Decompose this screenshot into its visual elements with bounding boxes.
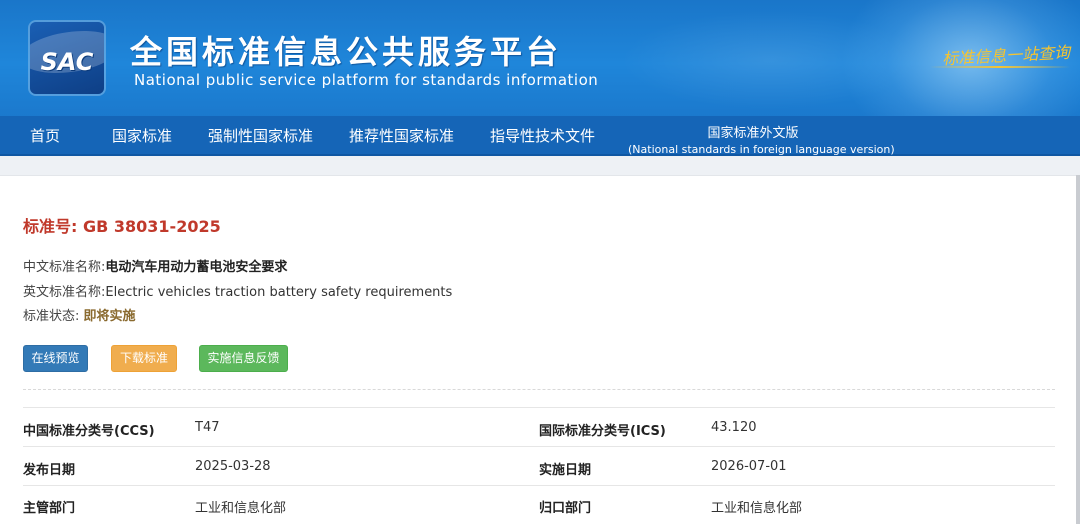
table-rule xyxy=(23,407,1055,408)
table-rule xyxy=(23,446,1055,447)
nav-item-recommended[interactable]: 推荐性国家标准 xyxy=(349,116,454,156)
ccs-label: 中国标准分类号(CCS) xyxy=(23,424,155,439)
section-divider xyxy=(23,389,1055,390)
nav-item-mandatory[interactable]: 强制性国家标准 xyxy=(208,116,313,156)
status-label: 标准状态: xyxy=(23,309,80,324)
standard-number-label: 标准号: xyxy=(23,217,78,236)
feedback-button[interactable]: 实施信息反馈 xyxy=(199,345,288,372)
nav-item-guidance[interactable]: 指导性技术文件 xyxy=(490,116,595,156)
download-button[interactable]: 下载标准 xyxy=(111,345,177,372)
ics-value: 43.120 xyxy=(711,420,757,435)
nav-foreign-label: 国家标准外文版 xyxy=(707,126,799,141)
nav-item-national[interactable]: 国家标准 xyxy=(112,116,172,156)
en-name-label: 英文标准名称: xyxy=(23,285,106,300)
publish-date-label: 发布日期 xyxy=(23,463,76,478)
ccs-value: T47 xyxy=(195,420,220,435)
standard-number: 标准号: GB 38031-2025 xyxy=(23,213,221,237)
dept-label: 主管部门 xyxy=(23,501,76,516)
implement-date-value: 2026-07-01 xyxy=(711,459,787,474)
owner-label: 归口部门 xyxy=(539,501,592,516)
page-scrollbar[interactable] xyxy=(1076,175,1080,524)
cn-name-label: 中文标准名称: xyxy=(23,260,106,275)
ics-label: 国际标准分类号(ICS) xyxy=(539,424,666,439)
dept-value: 工业和信息化部 xyxy=(195,501,287,516)
implement-date-label: 实施日期 xyxy=(539,463,592,478)
table-rule xyxy=(23,485,1055,486)
standard-detail-panel: 标准号: GB 38031-2025 中文标准名称:电动汽车用动力蓄电池安全要求… xyxy=(0,175,1076,524)
main-nav: 首页 国家标准 强制性国家标准 推荐性国家标准 指导性技术文件 国家标准外文版 … xyxy=(0,116,1080,156)
nav-foreign-sub: (National standards in foreign language … xyxy=(628,143,895,156)
en-name-value: Electric vehicles traction battery safet… xyxy=(105,285,453,300)
standard-number-value: GB 38031-2025 xyxy=(82,217,221,236)
nav-item-foreign[interactable]: 国家标准外文版 (National standards in foreign l… xyxy=(628,116,895,156)
sac-logo[interactable]: SAC xyxy=(30,22,104,94)
cn-name-value: 电动汽车用动力蓄电池安全要求 xyxy=(105,260,288,275)
site-title-en: National public service platform for sta… xyxy=(134,71,599,89)
owner-value: 工业和信息化部 xyxy=(711,501,803,516)
publish-date-value: 2025-03-28 xyxy=(195,459,271,474)
nav-item-home[interactable]: 首页 xyxy=(30,116,60,156)
slogan-underline xyxy=(930,66,1070,68)
logo-text: SAC xyxy=(40,48,94,76)
preview-button[interactable]: 在线预览 xyxy=(23,345,88,372)
en-name-row: 英文标准名称:Electric vehicles traction batter… xyxy=(23,281,452,300)
header-banner: SAC 全国标准信息公共服务平台 National public service… xyxy=(0,0,1080,116)
status-row: 标准状态: 即将实施 xyxy=(23,305,136,324)
cn-name-row: 中文标准名称:电动汽车用动力蓄电池安全要求 xyxy=(23,256,287,275)
status-value: 即将实施 xyxy=(83,309,136,324)
site-title-cn: 全国标准信息公共服务平台 xyxy=(130,33,563,71)
